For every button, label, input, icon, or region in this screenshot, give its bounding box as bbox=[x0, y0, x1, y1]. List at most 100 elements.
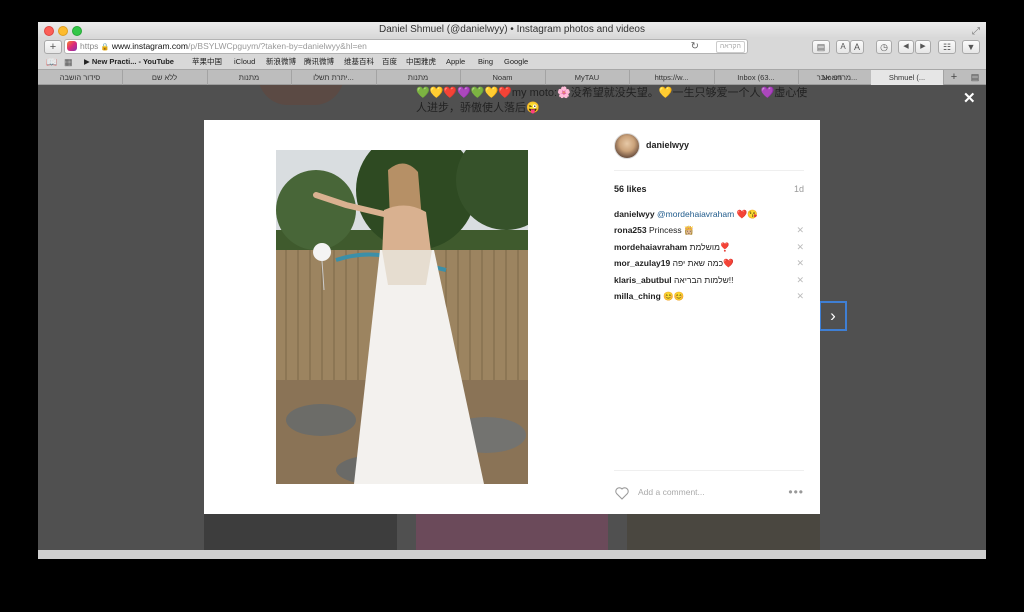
bookmarks-book-icon[interactable]: 📖 bbox=[46, 55, 57, 69]
bookmark-apple[interactable]: Apple bbox=[446, 55, 465, 69]
close-modal-icon[interactable]: ✕ bbox=[963, 89, 976, 107]
history-clock-icon[interactable]: ◷ bbox=[876, 40, 892, 54]
comment-text: שלמות הבריאה!! bbox=[671, 275, 734, 285]
comment-username[interactable]: danielwyy bbox=[614, 209, 655, 219]
delete-comment-icon[interactable]: ✕ bbox=[796, 291, 804, 302]
user-avatar[interactable] bbox=[614, 133, 640, 159]
bookmark-weibo[interactable]: 新浪微博 bbox=[266, 55, 296, 69]
post-modal: danielwyy 56 likes 1d danielwyy @mordeha… bbox=[204, 120, 820, 514]
comment-text: 😊😊 bbox=[660, 291, 685, 301]
url-path: /p/BSYLWCpguym/?taken-by=danielwyy&hl=en bbox=[187, 41, 367, 51]
comment-item: mor_azulay19 כמה שאת יפה❤️ ✕ bbox=[614, 258, 804, 269]
delete-comment-icon[interactable]: ✕ bbox=[796, 258, 804, 269]
comment-username[interactable]: mor_azulay19 bbox=[614, 258, 670, 268]
tab-4[interactable]: יתרת תשלו... bbox=[291, 70, 377, 85]
top-sites-grid-icon[interactable]: ▦ bbox=[64, 55, 73, 69]
comment-text: כמה שאת יפה❤️ bbox=[670, 258, 734, 268]
page-content-overlay: 💚💛❤️💜💚💛❤️my moto:🌸没希望就没失望。💛一生只够爱一个人💜虚心使 … bbox=[38, 85, 986, 550]
tab-list-icon[interactable]: ▤ bbox=[968, 71, 982, 83]
comment-username[interactable]: milla_ching bbox=[614, 291, 661, 301]
new-tab-button[interactable]: + bbox=[44, 40, 62, 54]
delete-comment-icon[interactable]: ✕ bbox=[796, 275, 804, 286]
tab-bar: סידור הושבה ללא שם מתנות יתרת תשלו... מת… bbox=[38, 69, 986, 85]
bio-line-2: 人进步，骄傲使人落后😜 bbox=[416, 102, 540, 114]
profile-avatar bbox=[258, 85, 344, 105]
divider bbox=[614, 170, 804, 171]
comment-item: klaris_abutbul שלמות הבריאה!! ✕ bbox=[614, 275, 804, 286]
comment-item: milla_ching 😊😊 ✕ bbox=[614, 291, 804, 302]
comment-item: rona253 Princess 👸🏼 ✕ bbox=[614, 225, 804, 236]
tab-12-active[interactable]: Shmuel (... bbox=[871, 70, 944, 85]
close-window-button[interactable] bbox=[44, 26, 54, 36]
back-arrow-icon[interactable]: ◀ bbox=[898, 40, 914, 54]
delete-comment-icon[interactable]: ✕ bbox=[796, 225, 804, 236]
url-domain: www.instagram.com bbox=[111, 41, 188, 51]
heart-icon[interactable] bbox=[614, 485, 630, 501]
divider bbox=[614, 470, 804, 471]
bookmark-tencent-weibo[interactable]: 腾讯微博 bbox=[304, 55, 334, 69]
comment-text: מושלמת❣️ bbox=[687, 242, 731, 252]
tab-9[interactable]: Inbox (63... bbox=[714, 70, 799, 85]
grid-photo-1[interactable] bbox=[204, 514, 397, 550]
bookmark-google[interactable]: Google bbox=[504, 55, 528, 69]
bio-line-1: 💚💛❤️💜💚💛❤️my moto:🌸没希望就没失望。💛一生只够爱一个人💜虚心使 bbox=[416, 87, 808, 99]
grid-photo-2[interactable] bbox=[416, 514, 608, 550]
comment-item: mordehaiavraham מושלמת❣️ ✕ bbox=[614, 242, 804, 253]
tab-overview-icon[interactable]: ☷ bbox=[938, 40, 956, 54]
bookmark-youtube[interactable]: ▶ New Practi... - YouTube bbox=[84, 55, 174, 69]
browser-toolbar: + https 🔒 www.instagram.com/p/BSYLWCpguy… bbox=[38, 38, 986, 55]
post-time[interactable]: 1d bbox=[794, 184, 804, 194]
post-photo-image bbox=[276, 150, 528, 484]
minimize-window-button[interactable] bbox=[58, 26, 68, 36]
comment-username[interactable]: klaris_abutbul bbox=[614, 275, 672, 285]
reader-button[interactable]: הקראה bbox=[715, 41, 745, 53]
post-username[interactable]: danielwyy bbox=[646, 140, 689, 150]
tab-11[interactable]: Noam bbox=[793, 70, 872, 85]
instagram-favicon-icon bbox=[67, 40, 77, 51]
post-photo[interactable] bbox=[276, 150, 528, 484]
tab-1[interactable]: סידור הושבה bbox=[38, 70, 123, 85]
text-larger-button[interactable]: A bbox=[850, 40, 864, 54]
traffic-lights bbox=[44, 26, 82, 36]
bookmarks-bar: 📖 ▦ ▶ New Practi... - YouTube 苹果中国 iClou… bbox=[38, 55, 986, 69]
bookmark-apple-china[interactable]: 苹果中国 bbox=[192, 55, 222, 69]
address-bar[interactable]: https 🔒 www.instagram.com/p/BSYLWCpguym/… bbox=[64, 39, 748, 54]
text-smaller-button[interactable]: A bbox=[836, 40, 850, 54]
delete-comment-icon[interactable]: ✕ bbox=[796, 242, 804, 253]
window-title: Daniel Shmuel (@danielwyy) • Instagram p… bbox=[378, 24, 645, 35]
comment-username[interactable]: rona253 bbox=[614, 225, 647, 235]
comment-text: ❤️😘 bbox=[734, 209, 758, 219]
grid-photo-3[interactable] bbox=[627, 514, 820, 550]
more-options-icon[interactable]: ••• bbox=[788, 485, 804, 499]
bookmark-wikipedia[interactable]: 维基百科 bbox=[344, 55, 374, 69]
add-comment-input[interactable]: Add a comment... bbox=[638, 487, 705, 497]
reading-list-icon[interactable]: ▤ bbox=[812, 40, 830, 54]
post-sidebar: danielwyy 56 likes 1d danielwyy @mordeha… bbox=[614, 120, 804, 514]
tab-7[interactable]: MyTAU bbox=[545, 70, 630, 85]
lock-icon: 🔒 bbox=[100, 44, 110, 51]
browser-window: Daniel Shmuel (@danielwyy) • Instagram p… bbox=[38, 22, 986, 559]
add-comment-row: Add a comment... ••• bbox=[614, 485, 804, 501]
comment-username[interactable]: mordehaiavraham bbox=[614, 242, 687, 252]
bookmark-icloud[interactable]: iCloud bbox=[234, 55, 255, 69]
add-tab-icon[interactable]: + bbox=[947, 71, 961, 83]
comment-mention[interactable]: @mordehaiavraham bbox=[657, 209, 734, 219]
tab-2[interactable]: ללא שם bbox=[122, 70, 208, 85]
zoom-window-button[interactable] bbox=[72, 26, 82, 36]
title-bar: Daniel Shmuel (@danielwyy) • Instagram p… bbox=[38, 22, 986, 38]
tab-5[interactable]: מתנות bbox=[376, 70, 461, 85]
next-post-arrow-icon[interactable]: › bbox=[819, 301, 847, 331]
downloads-icon[interactable]: ▼ bbox=[962, 40, 980, 54]
tab-6[interactable]: Noam bbox=[460, 70, 546, 85]
forward-arrow-icon[interactable]: ▶ bbox=[915, 40, 931, 54]
bookmark-baidu[interactable]: 百度 bbox=[382, 55, 397, 69]
status-bar bbox=[38, 550, 986, 559]
bookmark-yahoo-china[interactable]: 中国雅虎 bbox=[406, 55, 436, 69]
comment-item: danielwyy @mordehaiavraham ❤️😘 bbox=[614, 209, 804, 220]
tab-8[interactable]: https://w... bbox=[629, 70, 715, 85]
reload-icon[interactable]: ↻ bbox=[691, 40, 699, 53]
likes-count[interactable]: 56 likes bbox=[614, 184, 647, 194]
comment-text: Princess 👸🏼 bbox=[646, 225, 695, 235]
bookmark-bing[interactable]: Bing bbox=[478, 55, 493, 69]
tab-3[interactable]: מתנות bbox=[207, 70, 292, 85]
